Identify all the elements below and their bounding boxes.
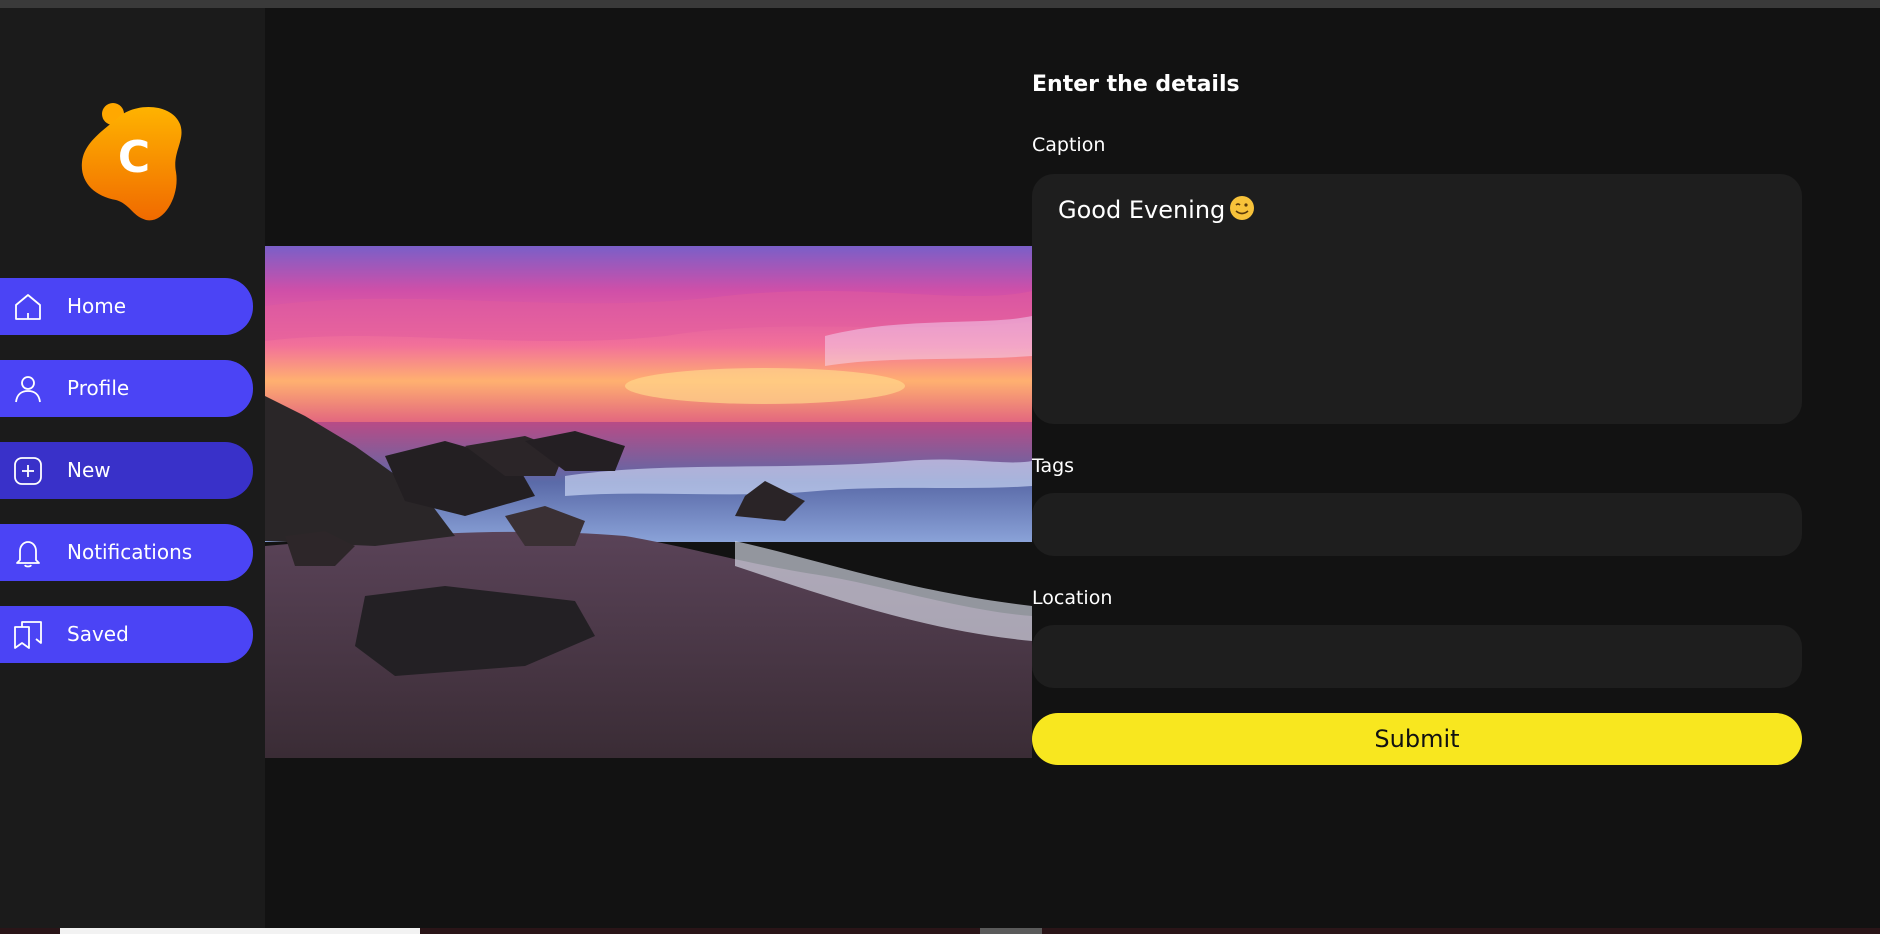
sidebar-item-label: New [67, 458, 111, 482]
user-icon [15, 376, 41, 403]
sidebar-item-notifications[interactable]: Notifications [0, 524, 253, 581]
caption-textarea[interactable]: Good Evening [1032, 174, 1802, 424]
caption-label: Caption [1032, 134, 1106, 156]
location-label: Location [1032, 587, 1113, 609]
winking-face-icon [1230, 196, 1255, 220]
bell-icon [16, 541, 40, 568]
sidebar-item-saved[interactable]: Saved [0, 606, 253, 663]
bookmark-icon [14, 621, 42, 649]
bottom-grey-block [980, 928, 1042, 934]
sidebar-item-home[interactable]: Home [0, 278, 253, 335]
caption-text: Good Evening [1058, 196, 1226, 224]
bottom-scroll-indicator [60, 928, 420, 934]
tags-input[interactable] [1032, 493, 1802, 556]
form-title: Enter the details [1032, 72, 1240, 97]
home-icon [15, 294, 41, 320]
location-input[interactable] [1032, 625, 1802, 688]
sidebar: C Home Profile New Notifications Saved [0, 8, 265, 934]
tags-label: Tags [1032, 455, 1075, 477]
app-logo[interactable]: C [80, 100, 186, 226]
browser-top-bar [0, 0, 1880, 8]
sidebar-item-profile[interactable]: Profile [0, 360, 253, 417]
sidebar-item-new[interactable]: New [0, 442, 253, 499]
sidebar-item-label: Profile [67, 376, 130, 400]
logo-letter: C [118, 132, 150, 183]
submit-button[interactable]: Submit [1032, 713, 1802, 765]
sidebar-item-label: Notifications [67, 540, 193, 564]
post-image-preview [265, 246, 1032, 758]
sidebar-item-label: Home [67, 294, 127, 318]
sidebar-item-label: Saved [67, 622, 129, 646]
plus-square-icon [14, 457, 42, 485]
